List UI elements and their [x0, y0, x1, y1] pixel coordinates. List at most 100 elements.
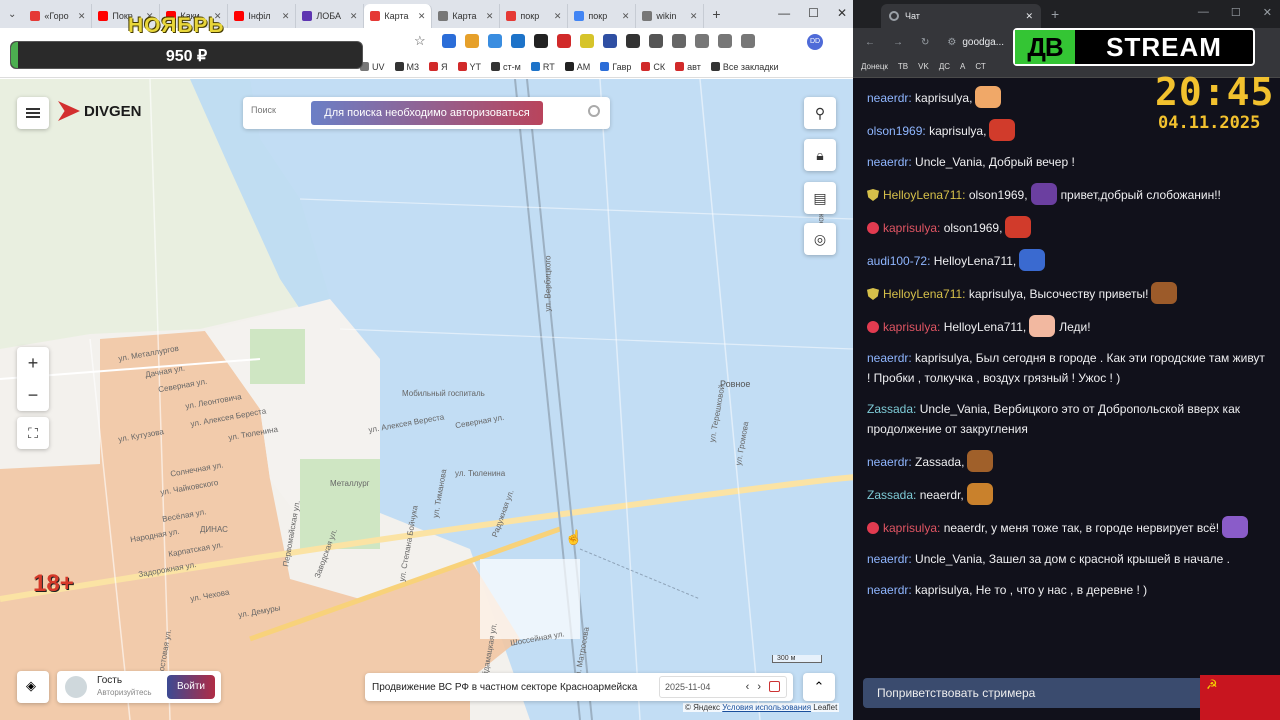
location-button[interactable]: ⚲ [804, 97, 836, 129]
map-canvas[interactable] [0, 79, 853, 720]
extension-icon[interactable] [603, 34, 617, 48]
browser-tab[interactable]: Карта ✕ [364, 4, 433, 28]
bookmark-item[interactable]: Донецк [861, 62, 888, 71]
search-icon[interactable] [588, 105, 600, 117]
close-window-icon[interactable]: ✕ [1263, 6, 1272, 19]
maximize-icon[interactable]: ☐ [808, 6, 819, 20]
zoom-in-button[interactable]: + [17, 347, 49, 379]
extension-icon[interactable] [465, 34, 479, 48]
extension-icon[interactable] [488, 34, 502, 48]
bookmark-item[interactable]: М3 [394, 62, 419, 72]
minimize-icon[interactable]: — [778, 6, 790, 20]
search-box[interactable]: Для поиска необходимо авторизоваться [243, 97, 610, 129]
chat-username[interactable]: kaprisulya [883, 320, 937, 334]
close-tab-icon[interactable]: ✕ [1025, 11, 1033, 22]
chat-username[interactable]: kaprisulya [883, 221, 937, 235]
bookmark-item[interactable]: СК [641, 62, 665, 72]
bookmark-item[interactable]: СТ [975, 62, 985, 71]
bookmark-item[interactable]: YT [457, 62, 481, 72]
extensions-puzzle-icon[interactable] [672, 34, 686, 48]
terms-link[interactable]: Условия использования [722, 703, 811, 712]
target-button[interactable]: ◎ [804, 223, 836, 255]
chat-username[interactable]: neaerdr [867, 351, 908, 365]
browser-tab[interactable]: Інфіл ✕ [228, 4, 297, 28]
zoom-out-button[interactable]: − [17, 379, 49, 411]
chat-username[interactable]: olson1969 [867, 124, 922, 138]
chat-username[interactable]: HelloyLena711 [883, 188, 962, 202]
close-tab-icon[interactable]: ✕ [554, 11, 562, 22]
minimize-icon[interactable]: — [1198, 6, 1209, 19]
bookmark-item[interactable]: RT [530, 62, 555, 72]
calendar-icon[interactable] [769, 681, 780, 692]
layers-button[interactable]: ◈ [17, 671, 49, 703]
search-input[interactable] [251, 105, 311, 115]
new-tab-icon[interactable]: + [704, 6, 728, 22]
extension-icon[interactable] [626, 34, 640, 48]
extension-icon[interactable] [580, 34, 594, 48]
maximize-icon[interactable]: ☐ [1231, 6, 1241, 19]
bookmark-item[interactable]: Все закладки [710, 62, 779, 72]
bookmark-item[interactable]: UV [360, 62, 385, 72]
menu-button[interactable] [17, 97, 49, 129]
key-icon[interactable] [695, 34, 709, 48]
chat-username[interactable]: audi100-72 [867, 254, 927, 268]
close-tab-icon[interactable]: ✕ [622, 11, 630, 22]
browser-tab[interactable]: Карта ✕ [432, 4, 501, 28]
close-tab-icon[interactable]: ✕ [282, 11, 290, 22]
extension-icon[interactable] [534, 34, 548, 48]
close-tab-icon[interactable]: ✕ [350, 11, 358, 22]
close-tab-icon[interactable]: ✕ [690, 11, 698, 22]
lock-button[interactable]: 🔒︎ [804, 139, 836, 171]
bookmark-item[interactable]: А [960, 62, 965, 71]
bookmark-item[interactable]: AM [564, 62, 590, 72]
date-picker[interactable]: 2025-11-04 ‹ › [659, 676, 787, 698]
close-tab-icon[interactable]: ✕ [418, 11, 426, 22]
tab-chat[interactable]: Чат ✕ [881, 4, 1041, 28]
chat-username[interactable]: neaerdr [867, 155, 908, 169]
brand-logo[interactable]: DIVGEN [58, 101, 142, 121]
browser-tab[interactable]: wikin ✕ [636, 4, 705, 28]
back-icon[interactable]: ← [865, 37, 875, 48]
extension-icon[interactable] [442, 34, 456, 48]
chat-username[interactable]: HelloyLena711 [883, 287, 962, 301]
bookmark-item[interactable]: VK [918, 62, 929, 71]
chat-username[interactable]: Zassada [867, 402, 913, 416]
new-tab-icon[interactable]: + [1051, 6, 1059, 22]
chat-username[interactable]: neaerdr [867, 583, 908, 597]
chat-username[interactable]: neaerdr [867, 91, 908, 105]
bookmark-item[interactable]: Гавр [600, 62, 631, 72]
url-text[interactable]: goodga... [962, 37, 1004, 48]
close-tab-icon[interactable]: ✕ [486, 11, 494, 22]
prev-date-icon[interactable]: ‹ [746, 681, 750, 693]
link-icon[interactable] [718, 34, 732, 48]
ruler-button[interactable]: ▤ [804, 182, 836, 214]
extension-icon[interactable] [511, 34, 525, 48]
chat-username[interactable]: neaerdr [867, 455, 908, 469]
profile-avatar[interactable]: DD [807, 34, 823, 50]
close-window-icon[interactable]: ✕ [837, 6, 847, 20]
site-info-icon[interactable]: ⚙ [947, 37, 956, 48]
browser-tab[interactable]: покр ✕ [568, 4, 637, 28]
bookmark-item[interactable]: авт [675, 62, 701, 72]
browser-tab[interactable]: покр ✕ [500, 4, 569, 28]
browser-tab[interactable]: ЛОБА ✕ [296, 4, 365, 28]
leaflet-link[interactable]: Leaflet [813, 703, 837, 712]
close-tab-icon[interactable]: ✕ [78, 11, 86, 22]
chat-username[interactable]: Zassada [867, 488, 913, 502]
login-button[interactable]: Войти [167, 675, 215, 699]
bookmark-item[interactable]: ст-м [491, 62, 521, 72]
bookmark-item[interactable]: Я [429, 62, 448, 72]
next-date-icon[interactable]: › [757, 681, 761, 693]
chat-username[interactable]: kaprisulya [883, 521, 937, 535]
bookmark-star-icon[interactable]: ☆ [414, 33, 426, 49]
tab-list-icon[interactable]: ⌄ [0, 9, 24, 20]
split-view-icon[interactable] [741, 34, 755, 48]
extension-icon[interactable] [557, 34, 571, 48]
browser-tab[interactable]: «Горо ✕ [24, 4, 93, 28]
expand-up-button[interactable]: ⌃ [803, 673, 835, 701]
fullscreen-button[interactable]: ⛶ [17, 417, 49, 449]
map-view[interactable]: ул. Металлургов Дачная ул. Северная ул. ул.… [0, 79, 853, 720]
extension-icon[interactable] [649, 34, 663, 48]
forward-icon[interactable]: → [893, 37, 903, 48]
bookmark-item[interactable]: ТВ [898, 62, 908, 71]
